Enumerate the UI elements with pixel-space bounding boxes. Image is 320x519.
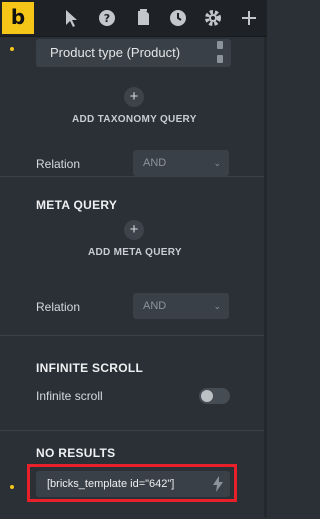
add-taxonomy-query-label[interactable]: ADD TAXONOMY QUERY [72,114,197,125]
relation-label: Relation [36,157,81,171]
no-results-input[interactable]: [bricks_template id="642"] [36,471,230,497]
add-meta-query-button[interactable]: + [124,220,144,240]
section-divider [0,335,267,336]
top-toolbar: b ? [0,0,267,37]
svg-text:?: ? [104,12,110,25]
chevron-down-icon: ⌄ [213,158,221,168]
meta-relation-select[interactable]: AND ⌄ [133,293,229,319]
history-icon[interactable] [168,8,188,28]
infinite-scroll-label: Infinite scroll [36,389,103,403]
dynamic-data-icon[interactable] [212,476,224,492]
add-icon[interactable] [239,8,259,28]
meta-query-title: META QUERY [36,198,118,212]
help-icon[interactable]: ? [97,8,117,28]
relation-value: AND [143,157,167,169]
settings-icon[interactable] [203,8,223,28]
relation-select[interactable]: AND ⌄ [133,150,229,176]
toggle-knob [201,390,213,402]
no-results-title: NO RESULTS [36,446,116,460]
pointer-icon[interactable] [61,8,81,28]
infinite-scroll-title: INFINITE SCROLL [36,361,144,375]
taxonomy-query-label: Product type (Product) [50,45,181,60]
add-meta-query-label[interactable]: ADD META QUERY [88,247,182,258]
meta-relation-value: AND [143,300,167,312]
section-divider [0,176,267,177]
active-marker [10,485,14,489]
query-settings-panel: Product type (Product) + ADD TAXONOMY QU… [0,37,267,519]
meta-relation-label: Relation [36,300,81,314]
no-results-value: [bricks_template id="642"] [47,478,175,490]
add-taxonomy-query-button[interactable]: + [124,87,144,107]
active-marker [10,47,14,51]
delete-icon[interactable] [217,55,223,63]
bricks-logo[interactable]: b [2,2,34,34]
taxonomy-query-item[interactable]: Product type (Product) [36,39,231,67]
scrollbar[interactable] [264,37,267,517]
chevron-down-icon: ⌄ [213,301,221,311]
pages-icon[interactable] [133,8,153,28]
section-divider [0,430,267,431]
duplicate-icon[interactable] [217,41,223,49]
infinite-scroll-toggle[interactable] [199,388,230,404]
item-actions [215,41,225,69]
